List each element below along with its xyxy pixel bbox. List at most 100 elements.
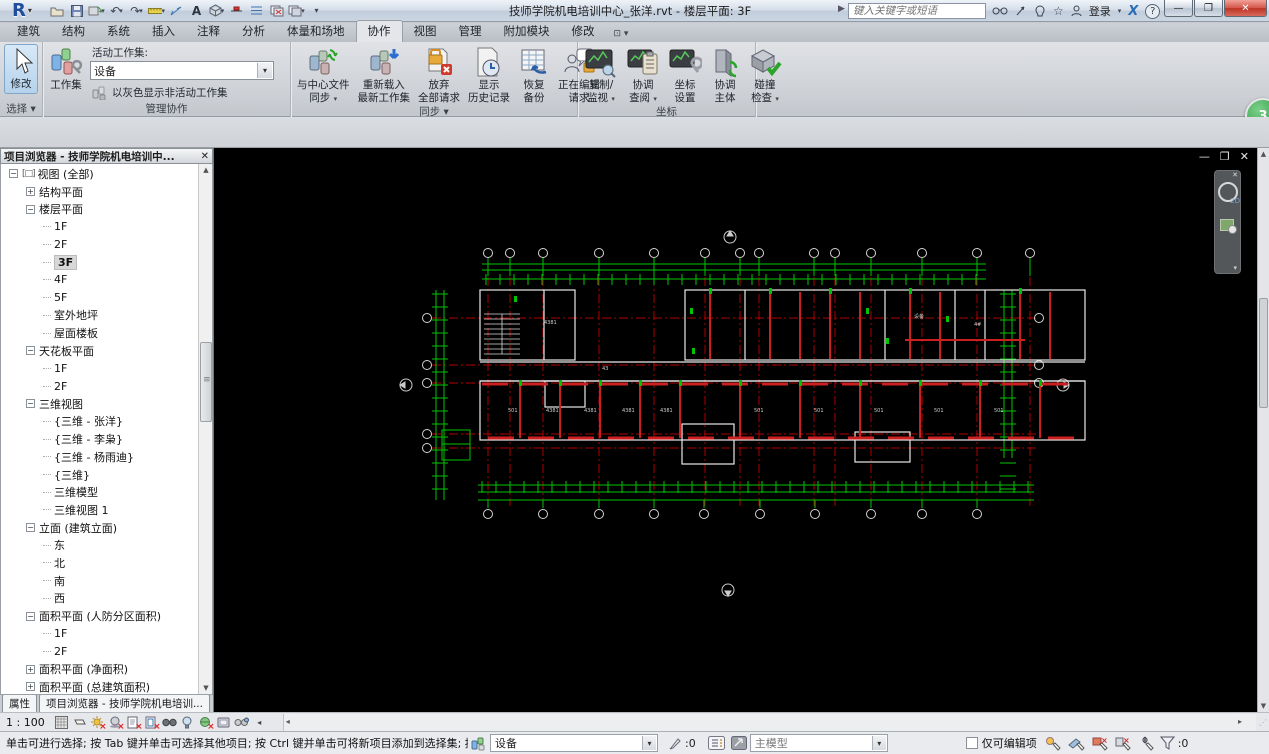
navbar-options-icon[interactable]: ▾ [1233,264,1237,272]
thin-lines-icon[interactable] [248,3,265,19]
default-3d-view-icon[interactable]: ▾ [208,3,225,19]
sync-button-2[interactable]: 放弃 全部请求 [415,44,463,106]
collapse-icon[interactable]: − [26,399,35,409]
steering-wheel-icon[interactable] [1218,182,1240,205]
tab-project-browser[interactable]: 项目浏览器 - 技师学院机电培训... [39,694,210,712]
sync-with-central-icon[interactable]: ▾ [88,3,105,19]
tree-item[interactable]: {三维 - 杨雨迪} [1,448,198,466]
undo-icon[interactable]: ↶ ▾ [108,3,125,19]
collapse-icon[interactable]: − [26,204,35,214]
measure-icon[interactable]: ▾ [148,3,165,19]
tree-item[interactable]: 1F [1,218,198,236]
login-dropdown-icon[interactable]: ▾ [1118,7,1122,15]
ribbon-tab-4[interactable]: 注释 [186,21,231,42]
save-icon[interactable] [68,3,85,19]
design-option-combo[interactable]: 主模型 ▾ [749,734,888,752]
tree-item[interactable]: 西 [1,590,198,608]
tree-item[interactable]: 2F [1,643,198,661]
expand-icon[interactable]: + [26,187,35,197]
view-restore-icon[interactable]: ❐ [1220,150,1230,163]
scroll-thumb[interactable] [1259,298,1268,408]
ribbon-tab-11[interactable]: 修改 [561,21,606,42]
close-button[interactable]: ✕ [1224,0,1267,17]
ribbon-tab-10[interactable]: 附加模块 [493,21,561,42]
design-options-icon[interactable] [730,736,747,750]
collapse-icon[interactable]: − [26,346,35,356]
ribbon-tab-2[interactable]: 系统 [96,21,141,42]
tree-item[interactable]: 屋面楼板 [1,324,198,342]
help-icon[interactable]: ? [1145,3,1161,19]
tree-item[interactable]: − 楼层平面 [1,200,198,218]
tree-item[interactable]: {三维 - 张洋} [1,413,198,431]
sun-path-icon[interactable]: × [89,715,107,731]
login-label[interactable]: 登录 [1089,3,1111,19]
section-icon[interactable] [228,3,245,19]
ribbon-tab-6[interactable]: 体量和场地 [276,21,356,42]
text-icon[interactable]: A [188,3,205,19]
scroll-thumb[interactable] [200,342,212,422]
canvas-horizontal-scrollbar[interactable]: ◂ ▸ [282,713,1256,731]
expand-icon[interactable]: + [26,664,35,674]
scroll-down-icon[interactable]: ▼ [1258,700,1269,712]
ribbon-tab-9[interactable]: 管理 [448,21,493,42]
select-pinned-icon[interactable]: × [1091,736,1108,751]
tree-item[interactable]: {三维 - 李枭} [1,430,198,448]
tree-item[interactable]: − 面积平面 (人防分区面积) [1,607,198,625]
modify-button[interactable]: 修改 [4,44,38,94]
infocenter-expand-icon[interactable]: ▶ [838,4,845,14]
view-scale[interactable]: 1 : 100 [6,716,45,729]
select-by-face-icon[interactable]: × [1114,736,1131,751]
temporary-hide-isolate-icon[interactable] [161,715,178,730]
sync-button-4[interactable]: 恢复 备份 [515,44,553,106]
tree-item[interactable]: + 面积平面 (总建筑面积) [1,678,198,694]
select-panel-label[interactable]: 选择 ▾ [0,103,42,117]
ribbon-tab-5[interactable]: 分析 [231,21,276,42]
redo-icon[interactable]: ↷ ▾ [128,3,145,19]
coordinate-button-0[interactable]: 复制/监视 ▾ [581,44,621,106]
scroll-left-icon[interactable]: ◂ [286,717,290,726]
tree-item[interactable]: − 立面 (建筑立面) [1,519,198,537]
crop-view-icon[interactable]: × [125,715,143,731]
tree-item[interactable]: 三维模型 [1,483,198,501]
ribbon-tab-8[interactable]: 视图 [403,21,448,42]
reveal-hidden-elements-icon[interactable] [179,715,196,730]
coordinate-button-3[interactable]: 协调 主体 [707,44,743,106]
tree-item[interactable]: − 天花板平面 [1,342,198,360]
ribbon-tab-7[interactable]: 协作 [355,20,403,42]
restore-button[interactable]: ❐ [1194,0,1223,17]
ribbon-tab-1[interactable]: 结构 [51,21,96,42]
close-icon[interactable]: ✕ [201,151,209,162]
tree-item[interactable]: − 三维视图 [1,395,198,413]
navbar-close-icon[interactable]: ✕ [1232,171,1238,179]
tree-item[interactable]: 1F [1,360,198,378]
tree-item[interactable]: + 结构平面 [1,183,198,201]
show-crop-region-icon[interactable]: × [143,715,161,731]
viewbar-more-icon[interactable]: ◂ [251,715,268,730]
drag-on-selection-icon[interactable] [1137,736,1154,751]
tree-item[interactable]: 室外地坪 [1,307,198,325]
resize-grip[interactable]: ⋰ [1256,714,1269,731]
drawing-area[interactable]: 501 4381 4381 4381 4381 501 501 501 501 501 4381 设备… [214,148,1257,712]
user-icon[interactable] [1071,5,1082,17]
select-underlay-icon[interactable] [1067,736,1085,751]
ribbon-state-icon[interactable]: ⊡ ▾ [614,29,629,42]
sync-button-1[interactable]: 重新载入 最新工作集 [355,44,414,106]
select-links-icon[interactable] [1045,736,1062,751]
browser-scrollbar[interactable]: ▲ ▼ [198,164,212,694]
checkbox-icon[interactable] [965,737,978,749]
exchange-apps-icon[interactable]: X [1128,4,1138,19]
visual-style-icon[interactable] [71,715,88,730]
ribbon-tab-3[interactable]: 插入 [141,21,186,42]
switch-windows-icon[interactable]: ▾ [288,3,305,19]
coordinate-button-1[interactable]: 协调 查阅 ▾ [623,44,663,106]
open-icon[interactable] [48,3,65,19]
tree-item[interactable]: + 面积平面 (净面积) [1,660,198,678]
editable-only-checkbox[interactable]: 仅可编辑项 [965,735,1037,751]
editing-requests-icon[interactable] [668,736,682,750]
sync-button-3[interactable]: 显示 历史记录 [465,44,513,106]
close-hidden-windows-icon[interactable] [268,3,285,19]
tree-item[interactable]: 北 [1,554,198,572]
tree-item[interactable]: 南 [1,572,198,590]
scroll-up-icon[interactable]: ▲ [200,164,212,176]
view-minimize-icon[interactable]: — [1199,150,1210,163]
